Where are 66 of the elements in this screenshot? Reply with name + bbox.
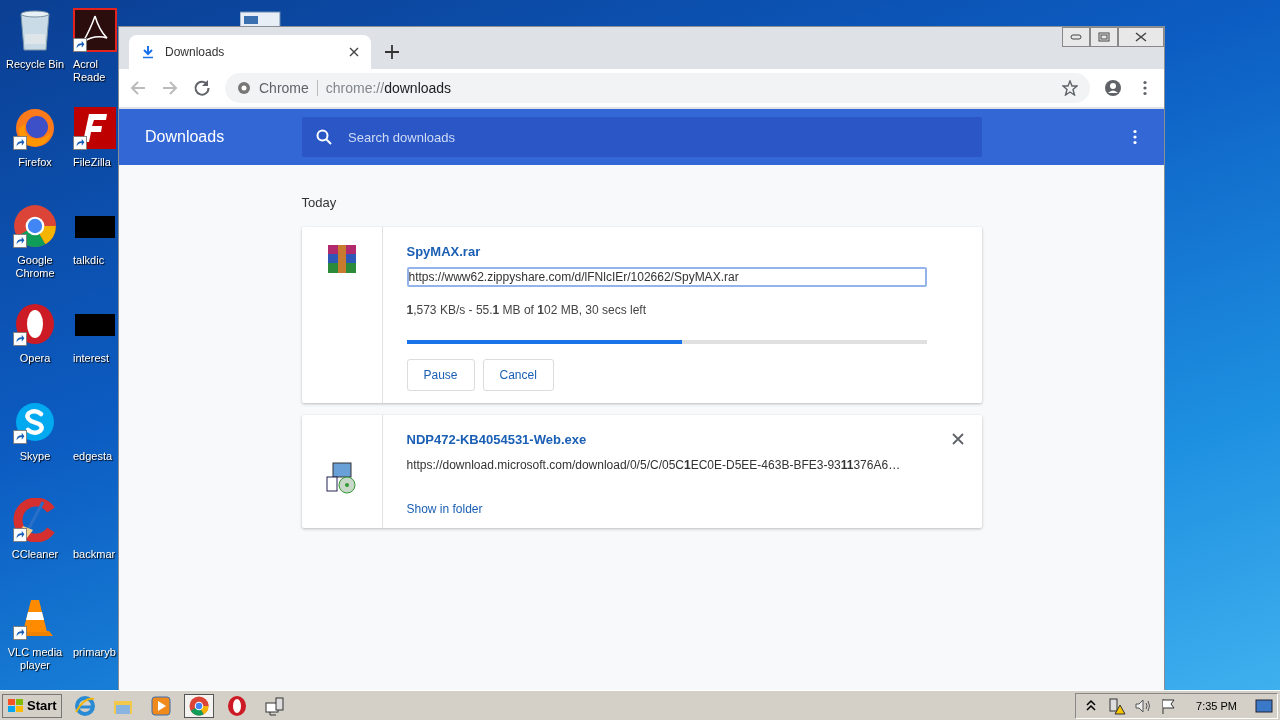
- desktop-icon-label[interactable]: talkdic: [73, 254, 105, 267]
- maximize-button[interactable]: [1090, 27, 1118, 47]
- minimize-button[interactable]: [1062, 27, 1090, 47]
- close-icon: [1135, 32, 1147, 42]
- search-field[interactable]: Search downloads: [302, 117, 982, 157]
- address-bar[interactable]: Chrome chrome://downloads: [225, 73, 1090, 103]
- desktop-icon-label[interactable]: Recycle Bin: [5, 58, 65, 71]
- acrobat-icon: [73, 8, 117, 52]
- desktop-icon-label[interactable]: VLC media player: [0, 646, 70, 672]
- desktop-icon-label[interactable]: Skype: [19, 450, 51, 463]
- page-title: Downloads: [145, 128, 226, 146]
- desktop-icon-label[interactable]: backmar: [73, 548, 116, 561]
- minimize-icon: [1070, 34, 1082, 40]
- file-thumbnail-icon: [73, 216, 117, 238]
- shortcut-arrow-icon: [13, 332, 27, 346]
- desktop-icon-label[interactable]: CCleaner: [11, 548, 59, 561]
- shortcut-arrow-icon: [13, 626, 27, 640]
- shortcut-arrow-icon: [13, 528, 27, 542]
- shortcut-arrow-icon: [73, 136, 87, 150]
- file-thumbnail-icon: [73, 314, 117, 336]
- download-icon: [141, 45, 155, 59]
- windows-logo-icon: [7, 697, 25, 714]
- shortcut-arrow-icon: [73, 38, 87, 52]
- show-desktop-icon[interactable]: [1255, 696, 1273, 715]
- filezilla-icon: [73, 106, 117, 150]
- url-text: chrome://downloads: [325, 80, 452, 96]
- download-status: 1,573 KB/s - 55.1 MB of 102 MB, 30 secs left: [406, 303, 647, 317]
- desktop-icon-label[interactable]: edgesta: [73, 450, 113, 463]
- desktop-icon-label[interactable]: interest: [73, 352, 110, 365]
- skype-icon: [13, 400, 57, 444]
- close-icon[interactable]: [349, 47, 359, 57]
- browser-tab[interactable]: Downloads: [129, 35, 371, 69]
- download-action-button[interactable]: Cancel: [482, 359, 554, 391]
- clock[interactable]: 7:35 PM: [1196, 699, 1237, 712]
- close-button[interactable]: [1118, 27, 1164, 47]
- show-in-folder-link[interactable]: Show in folder: [406, 502, 483, 516]
- shortcut-arrow-icon: [13, 136, 27, 150]
- site-label: Chrome: [259, 80, 309, 96]
- start-button[interactable]: Start: [2, 693, 62, 718]
- ccleaner-icon: [13, 498, 57, 542]
- file-name-link[interactable]: NDP472-KB4054531-Web.exe: [406, 432, 587, 447]
- file-name-link[interactable]: SpyMAX.rar: [406, 244, 481, 259]
- profile-icon[interactable]: [1104, 79, 1122, 97]
- opera-icon: [13, 302, 57, 346]
- archive-icon: [325, 243, 358, 275]
- star-icon[interactable]: [1062, 80, 1078, 96]
- source-url: https://download.microsoft.com/download/0/5/C/05C1EC0E-D5EE-463B-BFE3-9311376A6…: [406, 457, 902, 474]
- desktop-icon-label[interactable]: Google Chrome: [0, 254, 70, 280]
- firefox-icon: [13, 106, 57, 150]
- chrome-icon: [237, 81, 251, 95]
- source-url: https://www62.zippyshare.com/d/lFNlcIEr/102662/SpyMAX.rar: [406, 267, 927, 287]
- desktop-icon-label[interactable]: Firefox: [18, 156, 52, 169]
- shortcut-arrow-icon: [13, 430, 27, 444]
- close-icon[interactable]: [949, 431, 966, 447]
- taskbar-app-icon[interactable]: [183, 693, 214, 718]
- desktop-icon-label[interactable]: FileZilla: [73, 156, 111, 169]
- network-warning-icon[interactable]: [1108, 696, 1127, 715]
- desktop-icon-label[interactable]: Acrol Reade: [73, 58, 117, 84]
- download-action-button[interactable]: Pause: [406, 359, 475, 391]
- restore-icon: [1098, 32, 1110, 42]
- reload-icon[interactable]: [193, 79, 211, 97]
- shortcut-arrow-icon: [13, 234, 27, 248]
- desktop-icon-label[interactable]: primaryb: [73, 646, 116, 659]
- desktop-icon-label[interactable]: Opera: [19, 352, 51, 365]
- section-heading: Today: [301, 195, 338, 210]
- installer-icon: [324, 461, 359, 495]
